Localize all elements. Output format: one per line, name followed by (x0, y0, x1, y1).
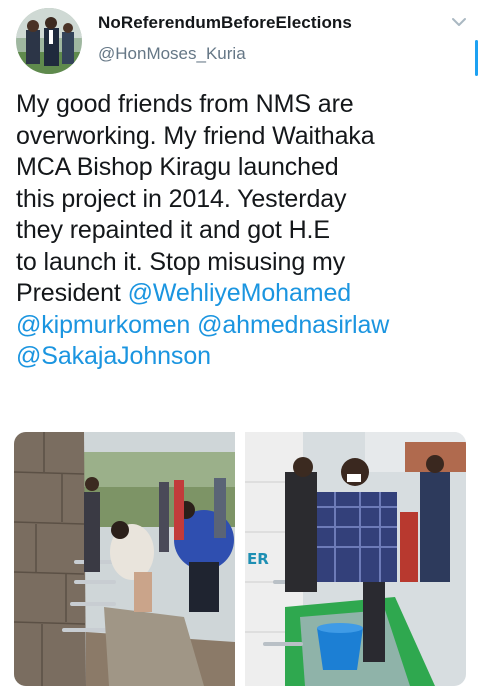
tweet-text-line: overworking. My friend Waithaka (16, 121, 375, 150)
chevron-down-icon[interactable] (449, 14, 469, 30)
mention-link-sakajajohnson[interactable]: @SakajaJohnson (16, 342, 211, 370)
tweet-text-line: to launch it. Stop misusing my (16, 247, 346, 276)
tweet-text-line: President @WehliyeMohamed (16, 278, 464, 310)
display-name[interactable]: NoReferendumBeforeElections (98, 13, 352, 33)
scrollbar[interactable] (475, 40, 478, 76)
photo-sign-text: ER (247, 550, 269, 568)
tweet-text-line: @SakajaJohnson (16, 341, 464, 373)
mention-link-ahmednasirlaw[interactable]: @ahmednasirlaw (197, 311, 389, 339)
tweet-text-line: My good friends from NMS are (16, 90, 354, 118)
tweet-text-fragment: President (16, 279, 128, 307)
tweet-text-line: @kipmurkomen @ahmednasirlaw (16, 310, 464, 342)
tweet-photo-2[interactable]: ER (245, 432, 466, 686)
tweet-text: My good friends from NMS are overworking… (16, 89, 464, 373)
tweet-text-line: this project in 2014. Yesterday (16, 184, 347, 213)
tweet-text-line: they repainted it and got H.E (16, 216, 330, 244)
user-handle[interactable]: @HonMoses_Kuria (98, 44, 246, 64)
tweet-text-line: MCA Bishop Kiragu launched (16, 153, 339, 181)
mention-link-kipmurkomen[interactable]: @kipmurkomen (16, 311, 190, 339)
tweet-photo-1[interactable] (14, 432, 235, 686)
mention-link-wehliyemohamed[interactable]: @WehliyeMohamed (128, 279, 352, 307)
tweet-header: NoReferendumBeforeElections @HonMoses_Ku… (0, 0, 480, 86)
avatar[interactable] (16, 8, 82, 74)
